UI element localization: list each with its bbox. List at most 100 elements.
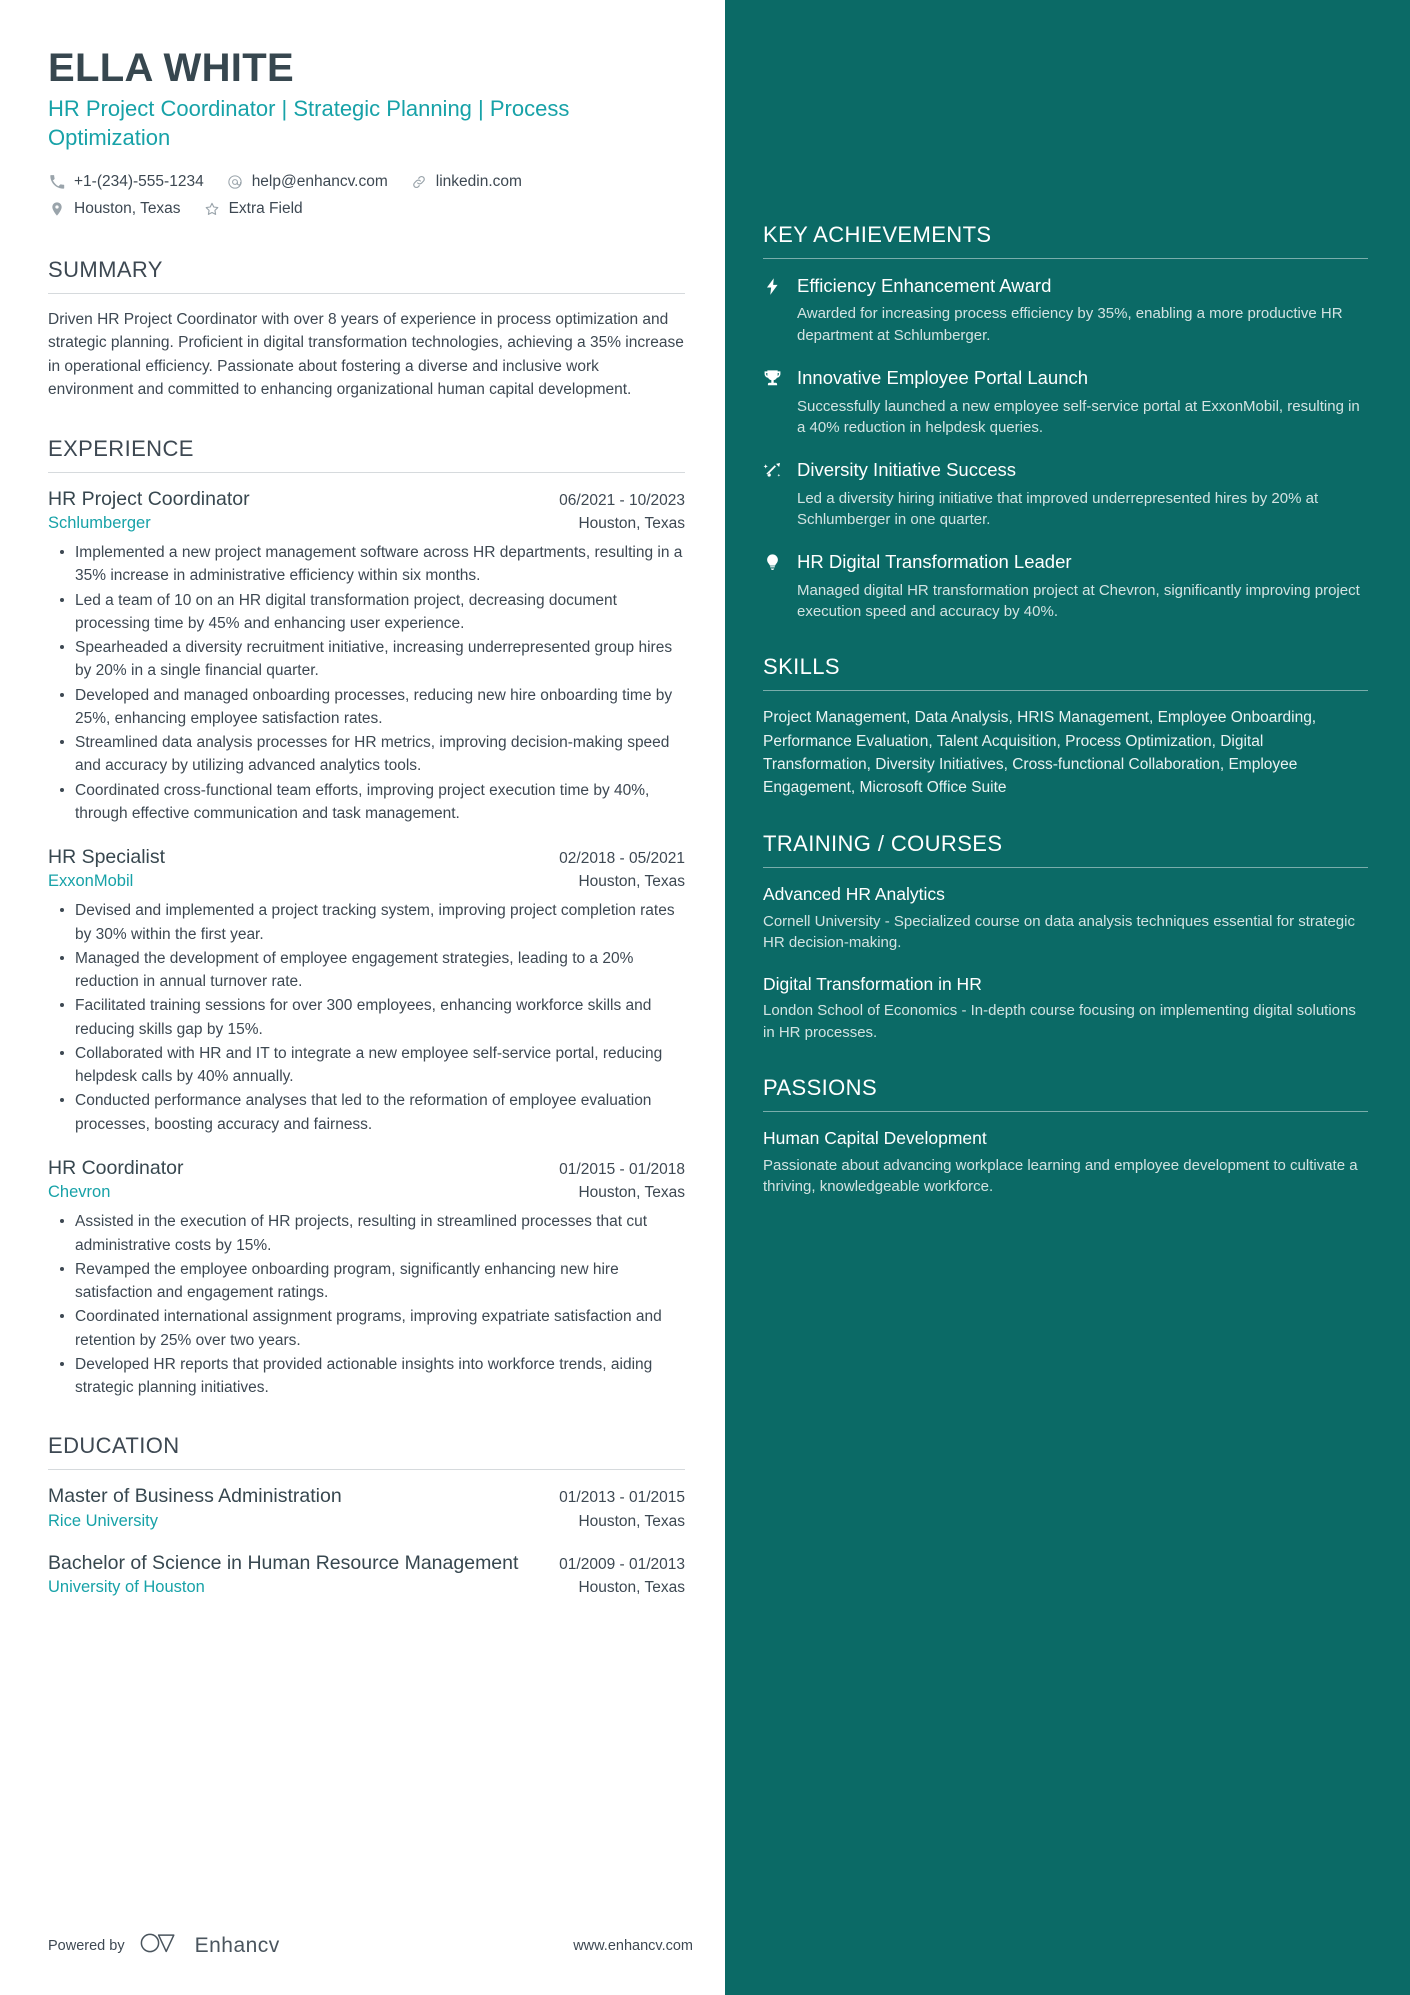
job-company: Chevron [48,1183,111,1202]
experience-section: EXPERIENCE HR Project Coordinator 06/202… [48,436,685,1400]
contact-line-1: +1-(234)-555-1234 help@enhancv.com linke… [48,168,685,195]
candidate-name: ELLA WHITE [48,46,294,90]
contact-location-text: Houston, Texas [74,200,181,218]
job-bullet: Collaborated with HR and IT to integrate… [48,1042,685,1089]
experience-entry: HR Project Coordinator 06/2021 - 10/2023… [48,487,685,825]
achievement-title: Efficiency Enhancement Award [797,275,1052,296]
contact-phone[interactable]: +1-(234)-555-1234 [48,168,204,195]
rocket-trend-icon [763,458,797,530]
lightning-bolt-icon [763,274,797,346]
link-icon [410,173,428,191]
achievement-item: Efficiency Enhancement Award Awarded for… [763,274,1368,346]
passions-list: Human Capital Development Passionate abo… [763,1127,1368,1197]
achievement-description: Awarded for increasing process efficienc… [797,305,1343,344]
achievement-title: Innovative Employee Portal Launch [797,367,1089,389]
achievement-item: Diversity Initiative Success Led a diver… [763,458,1368,530]
experience-entry-header: HR Specialist 02/2018 - 05/2021 [48,845,685,870]
skills-section: SKILLS Project Management, Data Analysis… [763,654,1368,799]
job-bullet: Coordinated cross-functional team effort… [48,779,685,826]
enhancv-wordmark: Enhancv [194,1933,280,1957]
job-bullet: Streamlined data analysis processes for … [48,731,685,778]
achievement-body: Diversity Initiative Success Led a diver… [797,458,1368,530]
job-location: Houston, Texas [578,873,685,891]
job-location: Houston, Texas [578,1184,685,1202]
main-column: ELLA WHITE HR Project Coordinator | Stra… [0,0,725,1995]
job-bullet-list: Devised and implemented a project tracki… [48,899,685,1136]
education-location: Houston, Texas [578,1512,685,1530]
course-title: Digital Transformation in HR [763,973,982,994]
job-bullet: Coordinated international assignment pro… [48,1305,685,1352]
course-title: Advanced HR Analytics [763,884,945,905]
education-school: Rice University [48,1511,159,1530]
training-section: TRAINING / COURSES Advanced HR Analytics… [763,831,1368,1043]
job-bullet: Devised and implemented a project tracki… [48,899,685,946]
candidate-headline: HR Project Coordinator | Strategic Plann… [48,95,570,151]
achievement-body: HR Digital Transformation Leader Managed… [797,550,1368,622]
contact-line-2: Houston, Texas Extra Field [48,195,685,222]
job-bullet: Revamped the employee onboarding program… [48,1258,685,1305]
education-entry-header: Bachelor of Science in Human Resource Ma… [48,1551,685,1576]
achievement-item: HR Digital Transformation Leader Managed… [763,550,1368,622]
skills-divider [763,690,1368,692]
contact-email[interactable]: help@enhancv.com [226,168,388,195]
summary-heading: SUMMARY [48,256,163,282]
job-bullet: Assisted in the execution of HR projects… [48,1210,685,1257]
powered-by-label: Powered by [48,1937,125,1954]
job-position: HR Specialist [48,846,166,869]
contact-link[interactable]: linkedin.com [410,168,522,195]
job-bullet: Developed and managed onboarding process… [48,684,685,731]
achievement-body: Innovative Employee Portal Launch Succes… [797,366,1368,438]
achievements-heading: KEY ACHIEVEMENTS [763,222,992,247]
achievement-title: Diversity Initiative Success [797,459,1016,481]
job-bullet-list: Implemented a new project management sof… [48,541,685,825]
passion-item: Human Capital Development Passionate abo… [763,1127,1368,1197]
experience-entry-subheader: Schlumberger Houston, Texas [48,514,685,533]
passion-description: Passionate about advancing workplace lea… [763,1156,1358,1196]
achievement-description: Led a diversity hiring initiative that i… [797,489,1319,528]
contact-details: +1-(234)-555-1234 help@enhancv.com linke… [48,168,685,222]
experience-list: HR Project Coordinator 06/2021 - 10/2023… [48,487,685,1400]
course-description: London School of Economics - In-depth co… [763,1002,1356,1041]
summary-divider [48,292,685,294]
experience-entry-header: HR Coordinator 01/2015 - 01/2018 [48,1156,685,1181]
lightbulb-icon [763,550,797,622]
job-bullet: Conducted performance analyses that led … [48,1089,685,1136]
contact-extra-field-text: Extra Field [228,200,303,218]
enhancv-brand: Enhancv [139,1930,280,1961]
course-item: Advanced HR Analytics Cornell University… [763,883,1368,953]
passions-heading: PASSIONS [763,1075,878,1100]
passions-section: PASSIONS Human Capital Development Passi… [763,1075,1368,1197]
sidebar: KEY ACHIEVEMENTS Efficiency Enhancement … [725,0,1410,1995]
education-degree: Master of Business Administration [48,1485,342,1508]
job-bullet: Spearheaded a diversity recruitment init… [48,636,685,683]
training-heading: TRAINING / COURSES [763,831,1003,857]
email-icon [226,173,244,191]
achievement-item: Innovative Employee Portal Launch Succes… [763,366,1368,438]
skills-text: Project Management, Data Analysis, HRIS … [763,709,1317,797]
course-item: Digital Transformation in HR London Scho… [763,973,1368,1043]
passions-divider [763,1111,1368,1112]
contact-email-text: help@enhancv.com [251,173,388,191]
experience-entry-header: HR Project Coordinator 06/2021 - 10/2023 [48,487,685,512]
job-bullet: Implemented a new project management sof… [48,541,685,588]
education-list: Master of Business Administration 01/201… [48,1484,685,1597]
achievement-description: Successfully launched a new employee sel… [797,397,1360,436]
achievement-body: Efficiency Enhancement Award Awarded for… [797,274,1368,346]
enhancv-logo-icon [139,1930,185,1961]
education-entry-header: Master of Business Administration 01/201… [48,1484,685,1509]
education-heading: EDUCATION [48,1433,180,1459]
job-dates: 06/2021 - 10/2023 [559,491,685,509]
job-bullet: Facilitated training sessions for over 3… [48,994,685,1041]
footer-url[interactable]: www.enhancv.com [573,1938,693,1954]
experience-entry: HR Specialist 02/2018 - 05/2021 ExxonMob… [48,845,685,1136]
job-bullet: Developed HR reports that provided actio… [48,1353,685,1400]
education-entry: Master of Business Administration 01/201… [48,1484,685,1530]
contact-location: Houston, Texas [48,195,181,222]
phone-icon [48,173,66,191]
job-position: HR Coordinator [48,1156,184,1179]
education-divider [48,1469,685,1471]
job-position: HR Project Coordinator [48,487,250,510]
job-bullet: Managed the development of employee enga… [48,947,685,994]
job-bullet: Led a team of 10 on an HR digital transf… [48,589,685,636]
achievements-list: Efficiency Enhancement Award Awarded for… [763,274,1368,622]
